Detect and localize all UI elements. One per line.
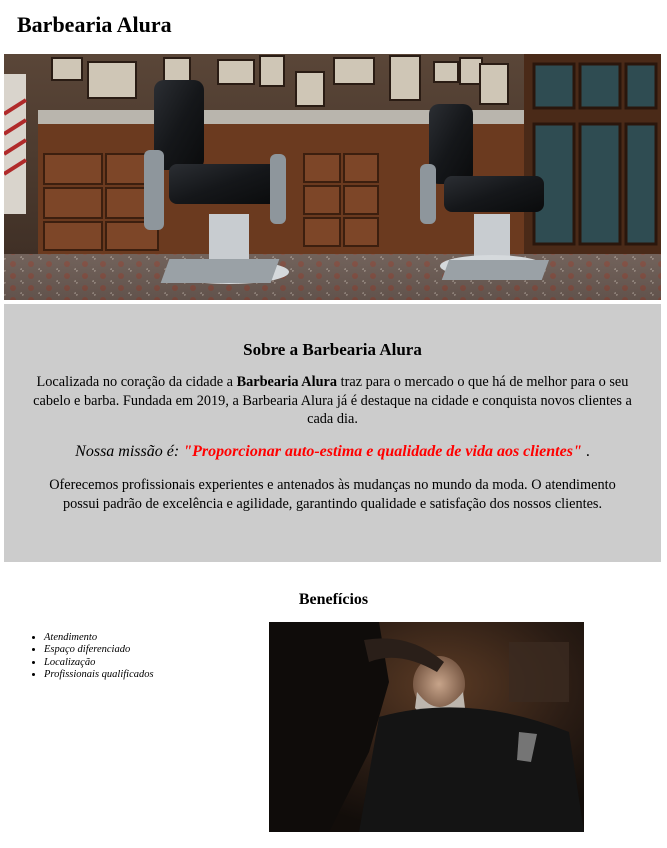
benefits-title: Benefícios xyxy=(298,591,369,608)
benefit-item: Profissionais qualificados xyxy=(44,669,154,681)
about-intro-paragraph: Localizada no coração da cidade a Barbea… xyxy=(32,373,633,429)
about-section: Sobre a Barbearia Alura Localizada no co… xyxy=(4,304,661,562)
mission-lead: Nossa missão é: xyxy=(75,443,184,460)
benefits-list: Atendimento Espaço diferenciado Localiza… xyxy=(44,632,154,681)
mission-paragraph: Nossa missão é: "Proporcionar auto-estim… xyxy=(4,442,661,462)
benefit-item: Atendimento xyxy=(44,632,154,644)
benefit-item: Localização xyxy=(44,657,154,669)
barber-trimming-beard-image xyxy=(269,622,584,832)
brand-name: Barbearia Alura xyxy=(236,374,338,390)
benefit-item: Espaço diferenciado xyxy=(44,644,154,656)
mission-end: . xyxy=(581,443,590,460)
mission-quote: "Proporcionar auto-estima e qualidade de… xyxy=(183,443,582,460)
page-title: Barbearia Alura xyxy=(17,12,172,37)
intro-text-start: Localizada no coração da cidade a xyxy=(36,374,237,390)
hero-barbershop-image xyxy=(4,54,661,300)
services-paragraph: Oferecemos profissionais experientes e a… xyxy=(49,477,616,512)
about-title: Sobre a Barbearia Alura xyxy=(243,340,422,359)
